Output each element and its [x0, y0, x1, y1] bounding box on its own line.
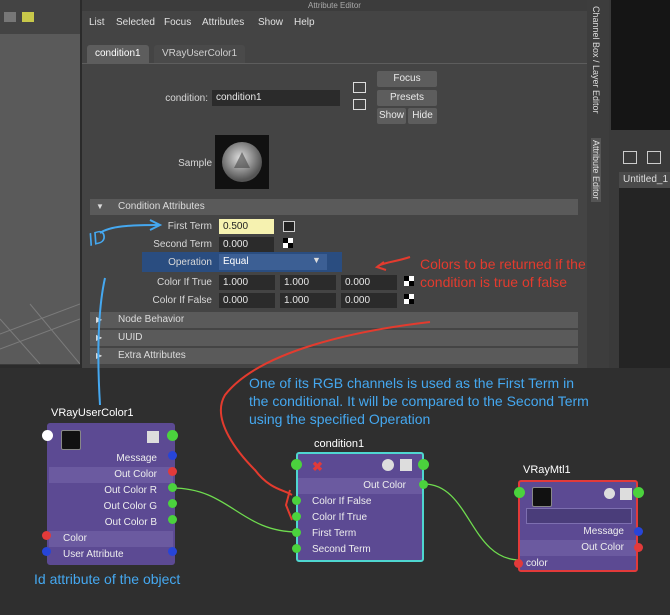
- colors-annotation: Colors to be returned if the condition i…: [420, 256, 586, 290]
- id-attribute-annotation: Id attribute of the object: [34, 571, 181, 587]
- annotation-arrows: [97, 219, 431, 521]
- rgb-annotation: One of its RGB channels is used as the F…: [249, 375, 589, 427]
- first-term-arrow: [99, 224, 159, 234]
- id-arrow: [97, 277, 106, 406]
